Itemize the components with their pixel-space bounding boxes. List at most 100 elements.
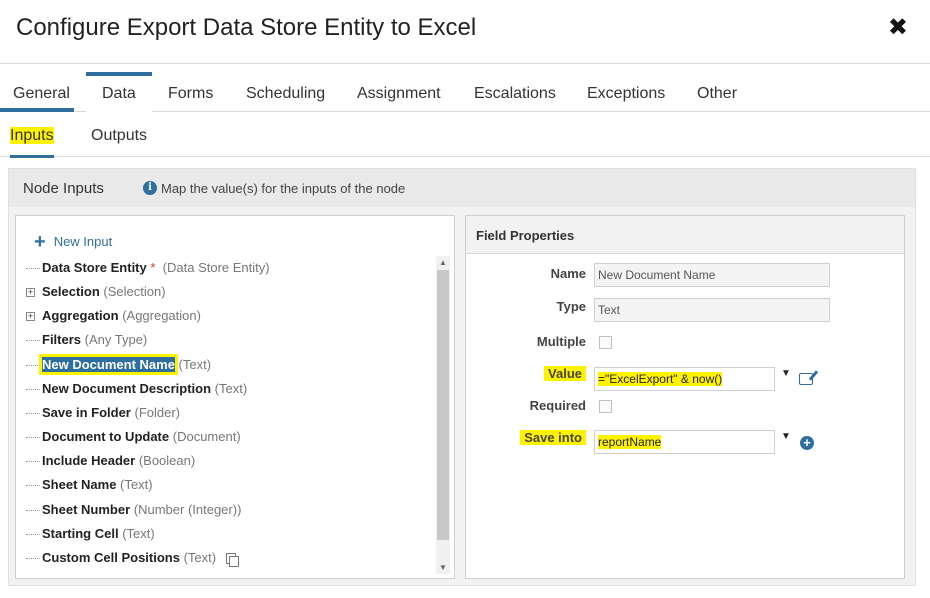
- subtab-inputs-label: Inputs: [10, 127, 54, 144]
- field-properties-title: Field Properties: [476, 228, 575, 243]
- expand-icon[interactable]: +: [26, 312, 35, 322]
- save-into-label: Save into: [520, 430, 586, 445]
- required-checkbox[interactable]: [599, 400, 612, 413]
- subtab-outputs[interactable]: Outputs: [91, 127, 147, 145]
- tree-connector: [26, 534, 40, 536]
- input-name: Save in Folder: [42, 405, 131, 420]
- tab-general[interactable]: General: [0, 72, 74, 112]
- dialog-header: Configure Export Data Store Entity to Ex…: [0, 0, 930, 64]
- input-name: Sheet Name: [42, 477, 117, 492]
- expand-icon[interactable]: +: [26, 288, 35, 298]
- value-label-wrap: Value: [466, 366, 586, 381]
- tree-connector: [26, 340, 40, 342]
- tree-item-data-store-entity[interactable]: Data Store Entity * (Data Store Entity): [26, 260, 270, 280]
- save-into-value: reportName: [598, 435, 662, 449]
- node-inputs-panel: Node Inputs i Map the value(s) for the i…: [8, 168, 916, 586]
- close-icon[interactable]: ✖: [888, 16, 908, 40]
- type-label: Type: [556, 299, 586, 314]
- tree-item-aggregation[interactable]: + Aggregation (Aggregation): [26, 308, 201, 328]
- tab-escalations[interactable]: Escalations: [474, 72, 556, 112]
- input-name: Document to Update: [42, 429, 170, 444]
- type-field[interactable]: Text: [594, 298, 830, 322]
- field-properties-panel: Field Properties Name New Document Name …: [465, 215, 905, 579]
- save-into-field[interactable]: reportName: [594, 430, 775, 454]
- node-inputs-title: Node Inputs: [23, 180, 104, 197]
- input-name-selected: New Document Name: [42, 357, 175, 372]
- tree-item-new-document-description[interactable]: New Document Description (Text): [26, 381, 247, 401]
- input-type: (Text): [214, 381, 248, 396]
- input-name: Include Header: [42, 453, 136, 468]
- scroll-down-icon[interactable]: ▼: [439, 563, 447, 572]
- tab-scheduling[interactable]: Scheduling: [246, 72, 325, 112]
- input-name: Starting Cell: [42, 526, 119, 541]
- tree-scrollbar[interactable]: ▲ ▼: [436, 256, 450, 574]
- tab-exceptions[interactable]: Exceptions: [587, 72, 665, 112]
- input-type: (Number (Integer)): [133, 502, 242, 517]
- input-type: (Folder): [134, 405, 181, 420]
- value-expression: ="ExcelExport" & now(): [598, 372, 723, 386]
- tree-connector: [26, 365, 40, 367]
- new-input-button[interactable]: + New Input: [34, 229, 113, 253]
- tree-item-selection[interactable]: + Selection (Selection): [26, 284, 166, 304]
- subtab-inputs[interactable]: Inputs: [10, 127, 54, 158]
- tree-connector: [26, 413, 40, 415]
- name-field[interactable]: New Document Name: [594, 263, 830, 287]
- tab-data[interactable]: Data: [86, 72, 152, 113]
- tab-assignment[interactable]: Assignment: [357, 72, 441, 112]
- tab-other[interactable]: Other: [697, 72, 737, 112]
- value-field[interactable]: ="ExcelExport" & now(): [594, 367, 775, 391]
- copy-icon[interactable]: [225, 553, 239, 568]
- tree-item-document-to-update[interactable]: Document to Update (Document): [26, 429, 241, 449]
- tree-item-new-document-name[interactable]: New Document Name (Text): [26, 357, 211, 377]
- tree-connector: [26, 558, 40, 560]
- save-into-dropdown-icon[interactable]: ▼: [781, 431, 791, 442]
- input-type: (Text): [183, 550, 217, 565]
- input-name: Data Store Entity: [42, 260, 147, 275]
- input-type: (Document): [172, 429, 241, 444]
- tree-item-custom-cell-positions[interactable]: Custom Cell Positions (Text): [26, 550, 239, 570]
- input-type: (Text): [178, 357, 212, 372]
- save-into-label-wrap: Save into: [466, 430, 586, 445]
- tree-item-sheet-number[interactable]: Sheet Number (Number (Integer)): [26, 502, 241, 522]
- value-label: Value: [544, 366, 586, 381]
- multiple-label: Multiple: [536, 334, 586, 349]
- tree-connector: [26, 437, 40, 439]
- required-marker: *: [150, 260, 156, 275]
- scroll-thumb[interactable]: [437, 270, 449, 540]
- input-name: Sheet Number: [42, 502, 131, 517]
- input-name: Selection: [42, 284, 100, 299]
- inputs-tree-panel: + New Input Data Store Entity * (Data Sto…: [15, 215, 455, 579]
- input-name: Aggregation: [42, 308, 119, 323]
- tab-forms[interactable]: Forms: [168, 72, 213, 112]
- new-input-label: New Input: [53, 234, 113, 249]
- scroll-up-icon[interactable]: ▲: [439, 258, 447, 267]
- multiple-checkbox[interactable]: [599, 336, 612, 349]
- required-label: Required: [529, 398, 586, 413]
- tree-item-include-header[interactable]: Include Header (Boolean): [26, 453, 195, 473]
- info-icon: i: [143, 181, 157, 195]
- tree-connector: [26, 510, 40, 512]
- input-type: (Aggregation): [122, 308, 201, 323]
- value-dropdown-icon[interactable]: ▼: [781, 368, 791, 379]
- plus-icon: +: [34, 231, 46, 253]
- input-type: (Boolean): [138, 453, 196, 468]
- edit-expression-icon[interactable]: [799, 373, 813, 385]
- tree-connector: [26, 389, 40, 391]
- tree-connector: [26, 485, 40, 487]
- dialog-title: Configure Export Data Store Entity to Ex…: [16, 14, 477, 41]
- tree-item-save-in-folder[interactable]: Save in Folder (Folder): [26, 405, 180, 425]
- tree-item-starting-cell[interactable]: Starting Cell (Text): [26, 526, 155, 546]
- data-subtabs: Inputs Outputs: [0, 113, 930, 158]
- name-label: Name: [550, 266, 586, 281]
- input-type: (Text): [120, 477, 153, 492]
- tree-item-sheet-name[interactable]: Sheet Name (Text): [26, 477, 153, 497]
- input-name: New Document Description: [42, 381, 212, 396]
- node-inputs-description: Map the value(s) for the inputs of the n…: [161, 181, 406, 196]
- input-name: Custom Cell Positions: [42, 550, 180, 565]
- input-type: (Text): [122, 526, 155, 541]
- add-variable-icon[interactable]: +: [800, 436, 814, 450]
- input-type: (Selection): [103, 284, 166, 299]
- input-name: Filters: [42, 332, 82, 347]
- tree-item-filters[interactable]: Filters (Any Type): [26, 332, 147, 352]
- tree-connector: [26, 268, 40, 270]
